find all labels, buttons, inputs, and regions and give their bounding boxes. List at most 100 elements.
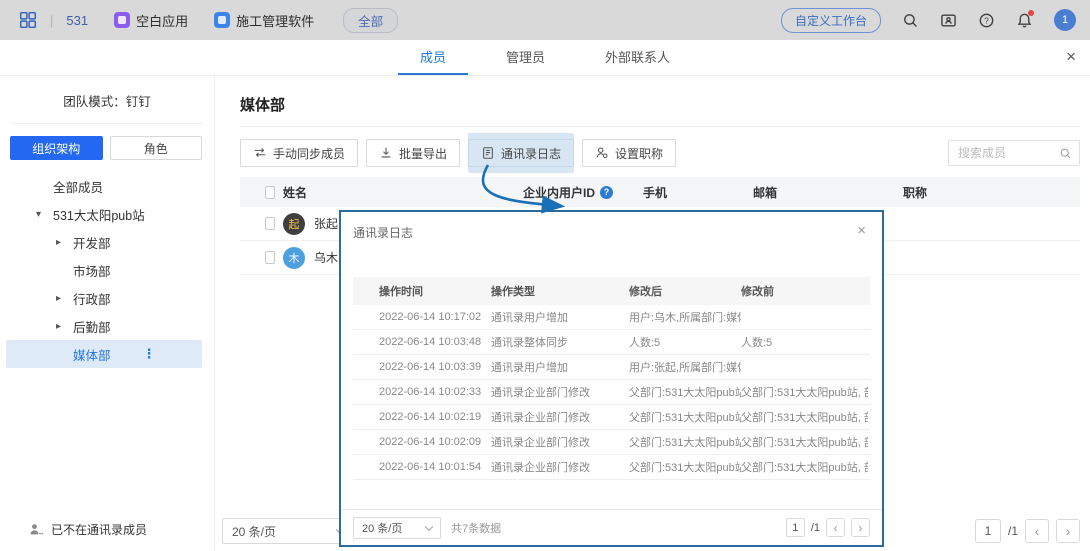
org-tree-item[interactable]: 市场部 ⋮ — [6, 256, 202, 284]
tabbar: 成员 管理员 外部联系人 × — [0, 40, 1090, 76]
current-page-box[interactable]: 1 — [975, 519, 1001, 543]
select-all-checkbox[interactable] — [265, 186, 275, 199]
tree-arrow-icon[interactable]: ▸ — [56, 237, 73, 248]
log-current-page-box[interactable]: 1 — [786, 518, 805, 537]
org-tree-item[interactable]: 全部成员 ⋮ — [6, 172, 202, 200]
org-tree-item[interactable]: ▸ 后勤部 ⋮ — [6, 312, 202, 340]
log-row: 2022-06-14 10:03:39 通讯录用户增加 用户:张起,所属部门:媒… — [353, 355, 870, 380]
col-after-change: 修改后 — [629, 283, 741, 299]
user-avatar[interactable]: 1 — [1054, 9, 1076, 31]
log-cell-time: 2022-06-14 10:17:02 — [353, 311, 491, 323]
sidebar: 团队模式：钉钉 组织架构角色 全部成员 ⋮ — [0, 76, 215, 551]
segment-button[interactable]: 组织架构 — [10, 136, 103, 160]
tree-item-label: 媒体部 — [73, 345, 111, 364]
tree-arrow-icon[interactable]: ▾ — [36, 209, 53, 220]
team-mode-label: 团队模式：钉钉 — [0, 76, 214, 123]
log-cell-time: 2022-06-14 10:03:48 — [353, 336, 491, 348]
org-tree: 全部成员 ⋮ ▾ 531大太阳pub站 ⋮ ▸ — [0, 172, 214, 368]
tree-arrow-icon[interactable]: ▸ — [56, 293, 73, 304]
log-cell-after: 父部门:531大太阳pub站, 部门:... — [629, 409, 741, 425]
log-cell-type: 通讯录企业部门修改 — [491, 409, 629, 425]
toolbar-button[interactable]: 批量导出 — [366, 139, 460, 167]
close-icon[interactable]: × — [857, 222, 866, 239]
segment-button[interactable]: 角色 — [110, 136, 203, 160]
log-row: 2022-06-14 10:01:54 通讯录企业部门修改 父部门:531大太阳… — [353, 455, 870, 480]
toolbar-button[interactable]: 设置职称 — [582, 139, 676, 167]
log-cell-after: 用户:乌木,所属部门:媒体部 — [629, 309, 741, 325]
tree-item-label: 市场部 — [73, 261, 111, 280]
filter-all-pill[interactable]: 全部 — [343, 8, 398, 33]
topbar-left: | 531 空白应用 施工管理软件 全部 — [19, 8, 398, 33]
page-size-select[interactable]: 20 条/页 — [222, 518, 354, 544]
removed-members-link[interactable]: 已不在通讯录成员 — [29, 521, 147, 538]
next-page-button[interactable]: › — [1056, 519, 1080, 543]
member-avatar: 起 — [283, 213, 305, 235]
log-row: 2022-06-14 10:02:33 通讯录企业部门修改 父部门:531大太阳… — [353, 380, 870, 405]
members-table-header: 姓名 企业内用户ID ? 手机 邮箱 职称 — [240, 177, 1080, 207]
log-row: 2022-06-14 10:03:48 通讯录整体同步 人数:5 人数:5 — [353, 330, 870, 355]
log-cell-type: 通讯录企业部门修改 — [491, 459, 629, 475]
tree-arrow-icon[interactable]: ▸ — [56, 321, 73, 332]
log-footer: 20 条/页 共7条数据 1 /1 ‹ › — [341, 509, 882, 545]
close-page-icon[interactable]: × — [1066, 47, 1076, 67]
log-cell-before: 父部门:531大太阳pub站, 部门:AA — [741, 384, 868, 400]
log-cell-after: 父部门:531大太阳pub站, 部门:... — [629, 459, 741, 475]
member-name: 乌木 — [314, 249, 338, 266]
apps-grid-icon[interactable] — [19, 11, 37, 29]
svg-text:?: ? — [984, 15, 989, 25]
org-tree-item[interactable]: ▸ 开发部 ⋮ — [6, 228, 202, 256]
org-tree-item[interactable]: 媒体部 ⋮ — [6, 340, 202, 368]
toolbar-button-label: 通讯录日志 — [501, 145, 561, 162]
log-row: 2022-06-14 10:02:19 通讯录企业部门修改 父部门:531大太阳… — [353, 405, 870, 430]
log-next-page-button[interactable]: › — [851, 518, 870, 537]
org-tree-item[interactable]: ▸ 行政部 ⋮ — [6, 284, 202, 312]
customize-workbench-button[interactable]: 自定义工作台 — [781, 8, 881, 33]
row-checkbox[interactable] — [265, 251, 275, 264]
app-label: 空白应用 — [136, 11, 188, 30]
log-prev-page-button[interactable]: ‹ — [826, 518, 845, 537]
toolbar-button[interactable]: 通讯录日志 — [468, 139, 574, 167]
sidebar-divider — [12, 123, 202, 124]
member-name: 张起 — [314, 215, 338, 232]
log-cell-time: 2022-06-14 10:01:54 — [353, 461, 491, 473]
tab[interactable]: 成员 — [398, 40, 468, 75]
log-cell-after: 父部门:531大太阳pub站, 部门:... — [629, 434, 741, 450]
log-table: 操作时间 操作类型 修改后 修改前 2022-06-14 10:17:02 通讯… — [353, 277, 870, 480]
log-pagination: 1 /1 ‹ › — [786, 518, 870, 537]
search-icon[interactable] — [902, 12, 919, 29]
col-phone: 手机 — [643, 184, 753, 201]
log-cell-after: 父部门:531大太阳pub站, 部门:... — [629, 384, 741, 400]
removed-members-label: 已不在通讯录成员 — [51, 521, 147, 538]
log-cell-before: 人数:5 — [741, 334, 868, 350]
prev-page-button[interactable]: ‹ — [1025, 519, 1049, 543]
toolbar-button[interactable]: 手动同步成员 — [240, 139, 358, 167]
log-row: 2022-06-14 10:02:09 通讯录企业部门修改 父部门:531大太阳… — [353, 430, 870, 455]
topbar-right: 自定义工作台 ? 1 — [781, 8, 1076, 33]
chevron-down-icon — [425, 522, 433, 530]
contact-card-icon[interactable] — [940, 12, 957, 29]
col-before-change: 修改前 — [741, 283, 868, 299]
tab[interactable]: 管理员 — [484, 40, 567, 75]
help-icon[interactable]: ? — [978, 12, 995, 29]
contact-log-dialog: 通讯录日志 × 操作时间 操作类型 修改后 修改前 2022-06-14 10:… — [339, 210, 884, 547]
total-pages-label: /1 — [1008, 524, 1018, 538]
topbar-app-link[interactable]: 施工管理软件 — [214, 11, 314, 30]
notifications-bell[interactable] — [1016, 12, 1033, 29]
notification-dot — [1028, 10, 1034, 16]
search-box — [948, 140, 1080, 166]
sidebar-segments: 组织架构角色 — [10, 136, 202, 160]
row-checkbox[interactable] — [265, 217, 275, 230]
log-page-size-select[interactable]: 20 条/页 — [353, 517, 441, 539]
topbar-app-link[interactable]: 空白应用 — [114, 11, 188, 30]
org-tree-item[interactable]: ▾ 531大太阳pub站 ⋮ — [6, 200, 202, 228]
search-icon — [1059, 147, 1072, 160]
id-help-icon[interactable]: ? — [600, 186, 613, 199]
log-cell-time: 2022-06-14 10:03:39 — [353, 361, 491, 373]
log-cell-after: 用户:张起,所属部门:媒体部、53... — [629, 359, 741, 375]
log-cell-type: 通讯录企业部门修改 — [491, 384, 629, 400]
tab[interactable]: 外部联系人 — [583, 40, 692, 75]
more-menu-icon[interactable]: ⋮ — [143, 346, 156, 362]
app-label: 施工管理软件 — [236, 11, 314, 30]
col-operation-type: 操作类型 — [491, 283, 629, 299]
workspace-link[interactable]: 531 — [66, 13, 88, 28]
